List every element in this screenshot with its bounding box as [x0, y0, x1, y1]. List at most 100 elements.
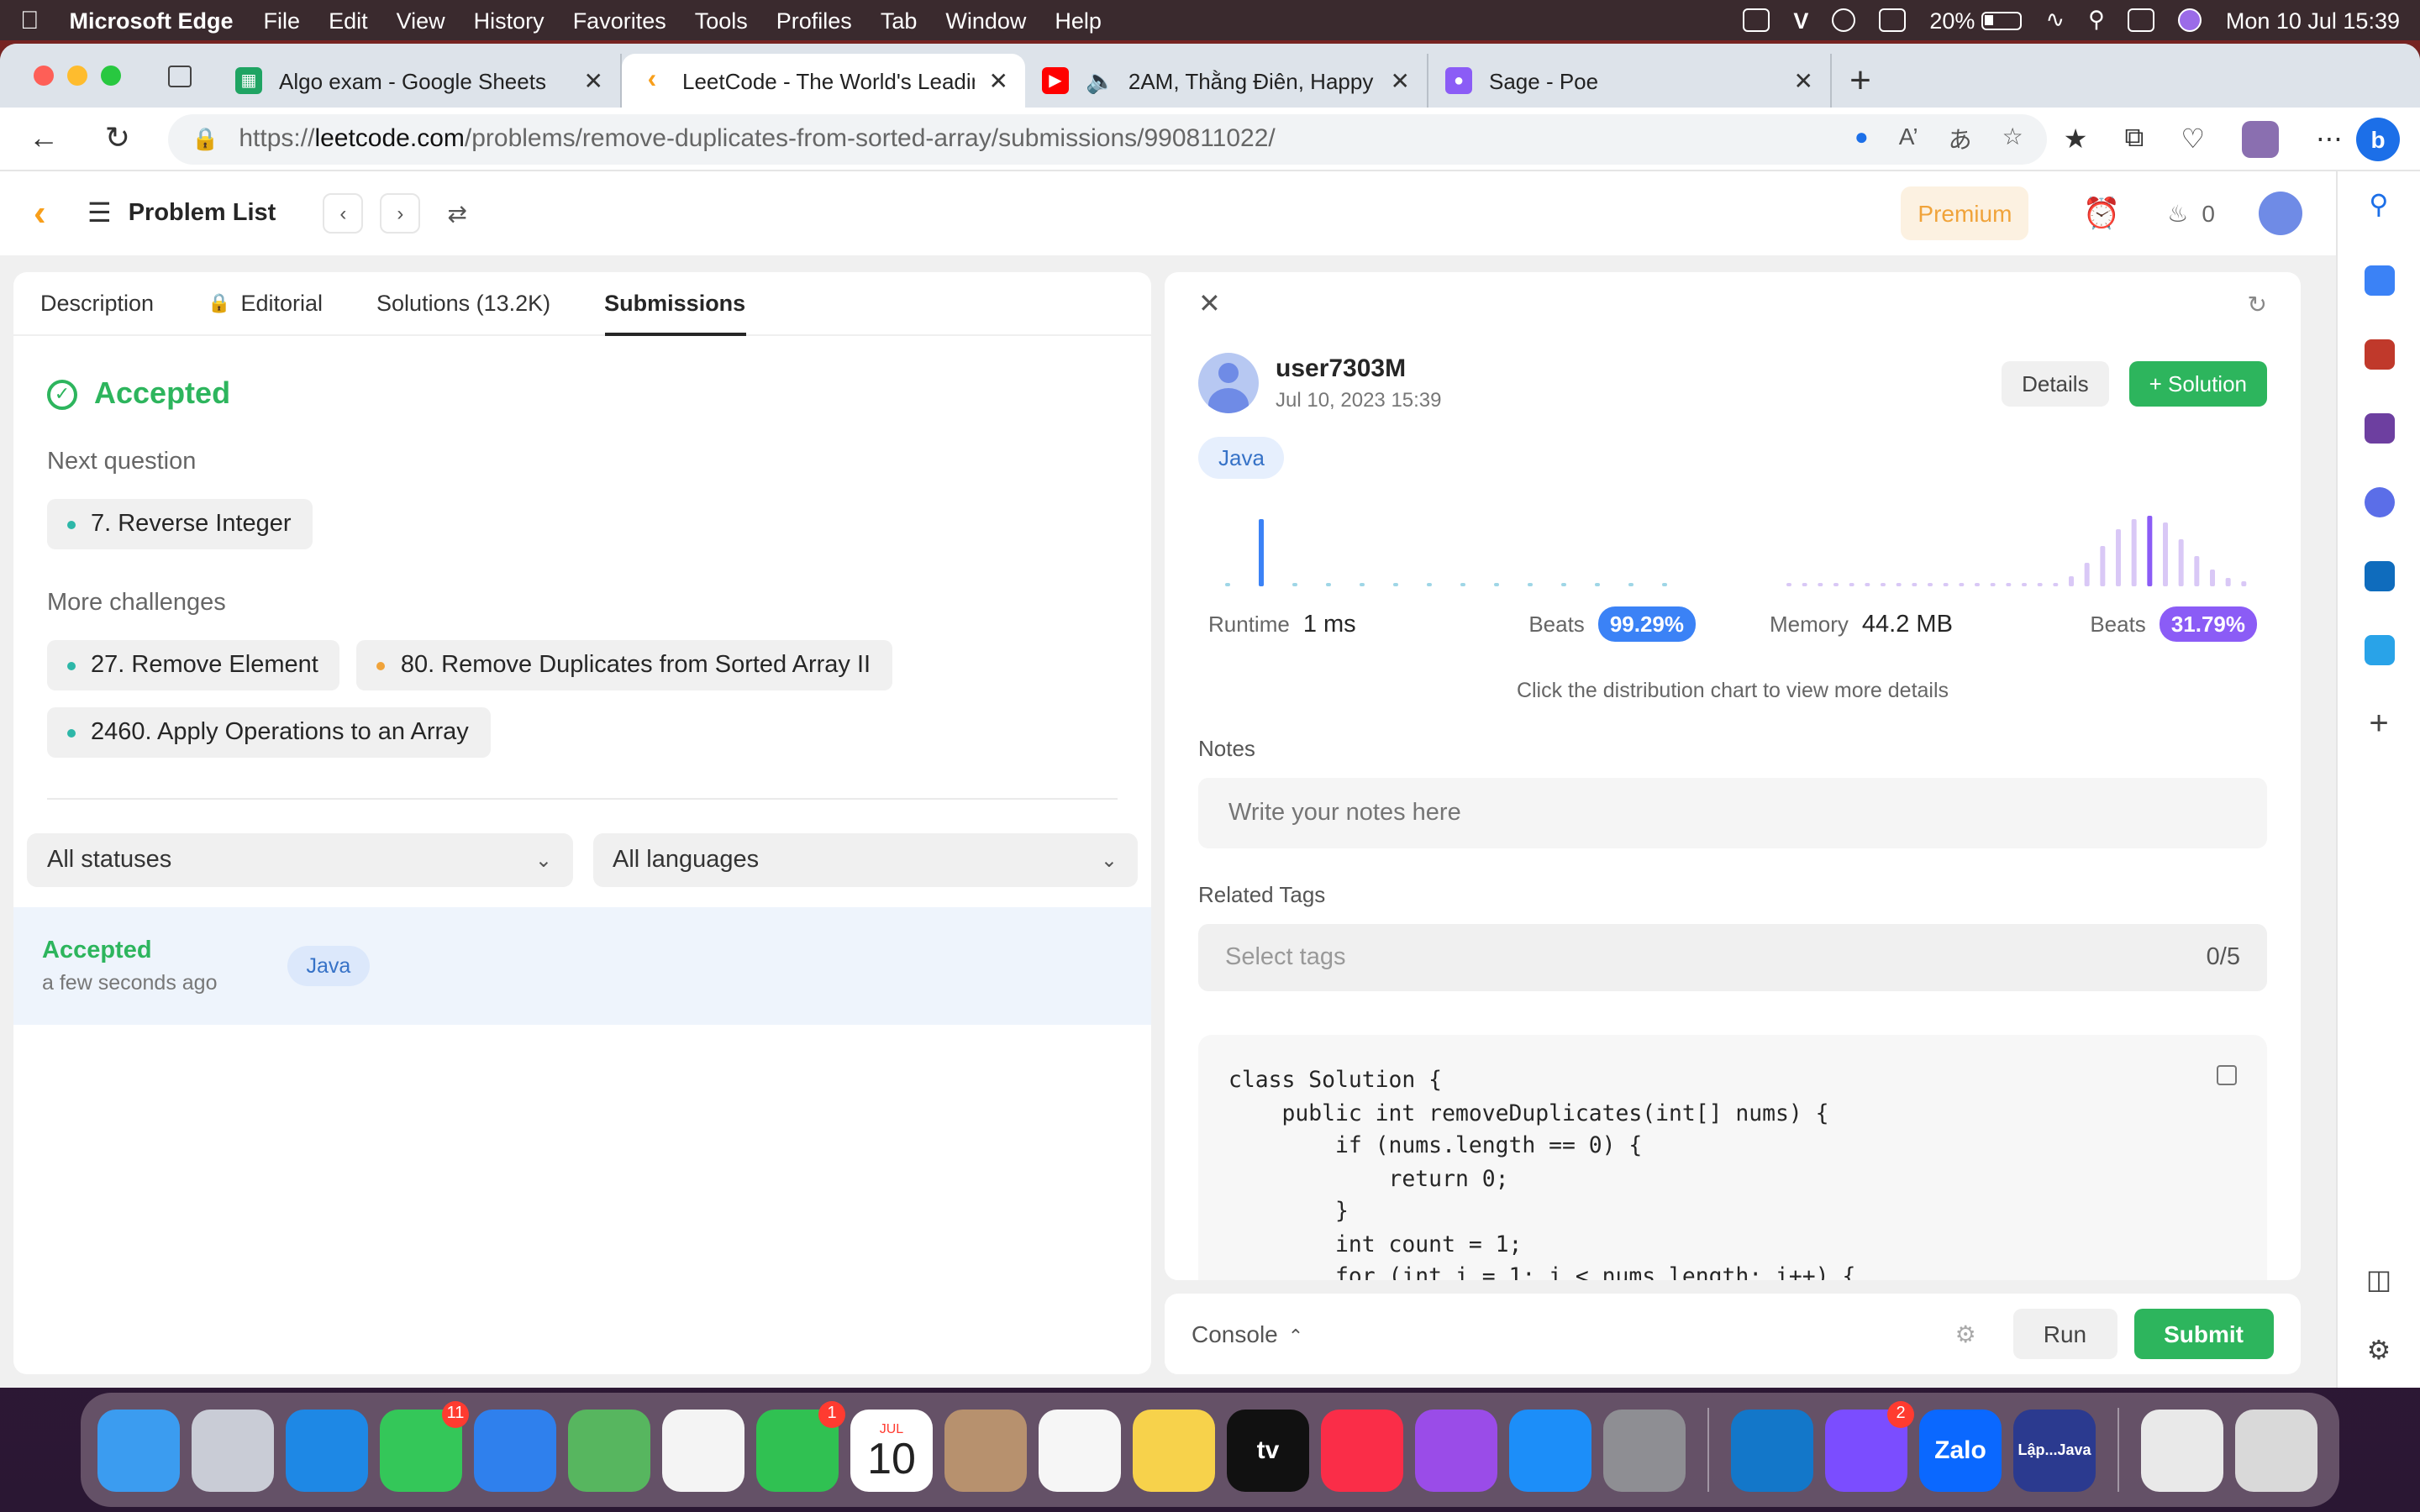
submit-button[interactable]: Submit [2133, 1309, 2274, 1359]
microsoft-365-icon[interactable] [2364, 487, 2394, 517]
distribution-bar[interactable] [2037, 583, 2043, 586]
distribution-bar[interactable] [1990, 583, 1996, 586]
challenge-chip[interactable]: 27. Remove Element [47, 640, 340, 690]
distribution-bar[interactable] [1881, 583, 1886, 586]
distribution-bar[interactable] [1393, 583, 1398, 586]
notes-input[interactable] [1198, 778, 2267, 848]
tab-leetcode[interactable]: ‹ LeetCode - The World's Leadin ✕ [622, 54, 1025, 108]
runtime-distribution-chart[interactable]: Runtime 1 ms Beats 99.29% [1208, 499, 1696, 642]
menu-edit[interactable]: Edit [329, 8, 368, 33]
distribution-bar[interactable] [1928, 583, 1933, 586]
distribution-bar[interactable] [2100, 546, 2106, 586]
battery-status[interactable]: 20% [1929, 8, 2023, 33]
distribution-bar[interactable] [1943, 583, 1949, 586]
debug-icon[interactable]: ⚙ [1955, 1320, 1976, 1348]
menu-tab[interactable]: Tab [881, 8, 918, 33]
tags-select[interactable]: Select tags 0/5 [1198, 924, 2267, 991]
distribution-bar[interactable] [2210, 570, 2215, 586]
copy-icon[interactable] [2217, 1065, 2237, 1085]
distribution-bar[interactable] [1662, 583, 1667, 586]
tab-description[interactable]: Description [40, 272, 154, 335]
dock-preview-doc-icon[interactable] [2141, 1409, 2223, 1491]
extension-icon[interactable]: ● [1854, 122, 1869, 155]
apple-icon[interactable]:  [20, 6, 39, 34]
tab-google-sheets[interactable]: ▦ Algo exam - Google Sheets ✕ [218, 54, 622, 108]
distribution-bar[interactable] [1259, 519, 1264, 586]
submission-row[interactable]: Accepted a few seconds ago Java [13, 907, 1151, 1025]
dock-calendar-icon[interactable]: JUL 10 [850, 1409, 933, 1491]
dock-reminders-icon[interactable] [1039, 1409, 1121, 1491]
distribution-bar[interactable] [2225, 578, 2231, 586]
speaker-icon[interactable]: 🔈 [1086, 66, 1115, 95]
distribution-bar[interactable] [2241, 581, 2247, 586]
distribution-bar[interactable] [1975, 583, 1980, 586]
vpn-icon[interactable]: V [1793, 8, 1808, 33]
distribution-bar[interactable] [1628, 583, 1634, 586]
distribution-bar[interactable] [2084, 563, 2090, 586]
more-icon[interactable]: ⋯ [2316, 122, 2343, 155]
tab-actions-icon[interactable] [168, 66, 192, 87]
add-sidebar-app-icon[interactable]: + [2369, 707, 2388, 741]
siri-icon[interactable] [2178, 8, 2202, 32]
dock-trash-icon[interactable] [2235, 1409, 2317, 1491]
menu-app-name[interactable]: Microsoft Edge [70, 8, 234, 33]
dock-notes-icon[interactable] [1133, 1409, 1215, 1491]
dock-music-icon[interactable] [1321, 1409, 1403, 1491]
add-solution-button[interactable]: + Solution [2128, 360, 2267, 406]
new-tab-button[interactable]: + [1832, 54, 1889, 108]
distribution-bar[interactable] [1427, 583, 1432, 586]
menu-tools[interactable]: Tools [695, 8, 748, 33]
url-field[interactable]: 🔒 https://leetcode.com/problems/remove-d… [168, 113, 2047, 164]
settings-icon[interactable]: ⚙ [2367, 1334, 2391, 1368]
leetcode-logo[interactable]: ‹ [34, 194, 67, 232]
shuffle-icon[interactable]: ⇄ [447, 199, 466, 228]
distribution-bar[interactable] [1833, 583, 1839, 586]
browser-essentials-icon[interactable]: ♡ [2181, 122, 2205, 155]
tab-editorial[interactable]: 🔒 Editorial [208, 272, 323, 335]
distribution-bar[interactable] [1326, 583, 1331, 586]
dock-contacts-icon[interactable] [944, 1409, 1027, 1491]
dock-photos-icon[interactable] [662, 1409, 744, 1491]
profile-avatar[interactable] [2242, 120, 2279, 157]
dock-zalo-icon[interactable]: Zalo [1919, 1409, 2002, 1491]
input-source-icon[interactable] [1879, 8, 1907, 32]
distribution-bar[interactable] [2069, 576, 2074, 586]
dock-launchpad-icon[interactable] [192, 1409, 274, 1491]
drop-icon[interactable] [2364, 635, 2394, 665]
dock-facetime-icon[interactable]: 1 [756, 1400, 845, 1491]
code-viewer[interactable]: class Solution { public int removeDuplic… [1198, 1035, 2267, 1280]
wifi-icon[interactable]: ∿ [2045, 7, 2065, 34]
lock-icon[interactable]: 🔒 [192, 125, 218, 152]
translate-icon[interactable]: あ [1949, 122, 1972, 155]
minimize-window-button[interactable] [67, 66, 87, 86]
close-icon[interactable]: ✕ [1198, 287, 1221, 321]
dock-app-store-icon[interactable] [1509, 1409, 1591, 1491]
shopping-icon[interactable] [2364, 265, 2394, 296]
close-tab-icon[interactable]: ✕ [1391, 66, 1410, 95]
dock-tv-icon[interactable]: tv [1227, 1409, 1309, 1491]
spotlight-icon[interactable]: ⚲ [2088, 7, 2105, 34]
distribution-bar[interactable] [2022, 583, 2027, 586]
distribution-bar[interactable] [1595, 583, 1600, 586]
distribution-bar[interactable] [2147, 516, 2153, 586]
dock-maps-icon[interactable] [568, 1409, 650, 1491]
tab-youtube[interactable]: ▶ 🔈 2AM, Thằng Điên, Happy F ✕ [1025, 54, 1428, 108]
dock-java-doc-icon[interactable]: Lập...Java [2013, 1409, 2096, 1491]
timer-icon[interactable]: ⏰ [2082, 196, 2120, 231]
dock-messenger-icon[interactable]: 2 [1825, 1400, 1914, 1491]
tab-submissions[interactable]: Submissions [604, 272, 746, 335]
challenge-chip[interactable]: 80. Remove Duplicates from Sorted Array … [356, 640, 893, 690]
search-icon[interactable]: ⚲ [2369, 188, 2388, 222]
distribution-bar[interactable] [1818, 583, 1823, 586]
memory-bars[interactable] [1770, 499, 2257, 596]
close-tab-icon[interactable]: ✕ [1794, 66, 1813, 95]
run-button[interactable]: Run [2012, 1309, 2118, 1359]
close-window-button[interactable] [34, 66, 54, 86]
refresh-icon[interactable]: ↻ [2248, 290, 2267, 318]
dock-mail-icon[interactable] [474, 1409, 556, 1491]
language-filter-select[interactable]: All languages ⌄ [592, 833, 1138, 887]
dock-edge-icon[interactable] [1731, 1409, 1813, 1491]
distribution-bar[interactable] [2131, 519, 2137, 586]
control-center-icon[interactable] [2128, 8, 2155, 32]
distribution-bar[interactable] [2116, 529, 2121, 586]
